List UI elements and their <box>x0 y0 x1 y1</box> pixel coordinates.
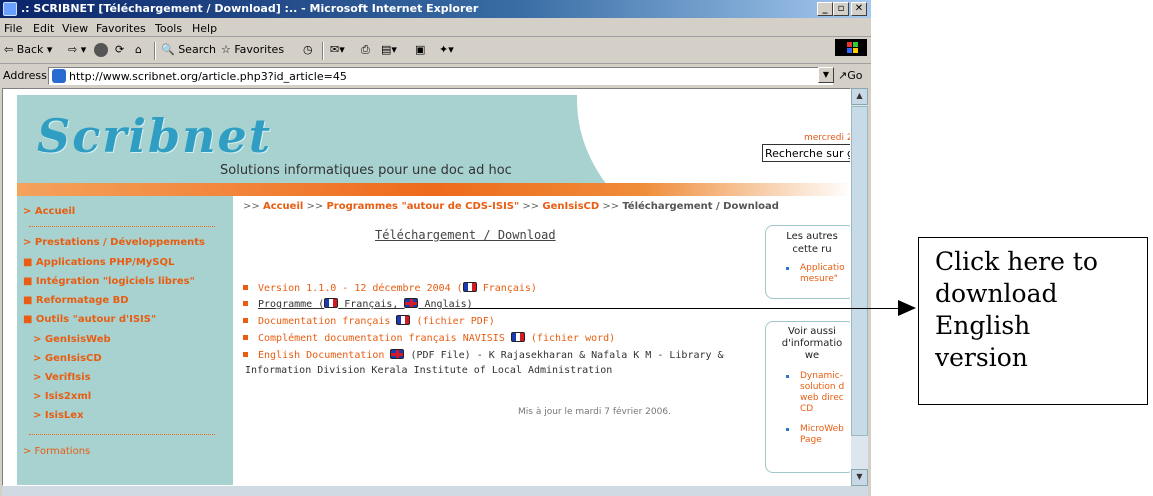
address-label: Address <box>3 69 47 82</box>
nav-genisisweb[interactable]: > GenIsisWeb <box>33 334 111 345</box>
nav-verifisis[interactable]: > VerifIsis <box>33 372 91 383</box>
edit-icon[interactable]: ▤▾ <box>381 43 397 56</box>
see-also-box: Voir aussi d'informatio we Dynamic- solu… <box>765 321 850 473</box>
nav-outils-isis[interactable]: ■ Outils "autour d'ISIS" <box>23 314 156 325</box>
ie-icon <box>3 2 17 16</box>
callout-line-2: download <box>935 279 1058 308</box>
scroll-thumb[interactable] <box>851 106 868 436</box>
see-also-link-dynamic[interactable]: Dynamic- <box>800 371 843 382</box>
english-doc-link[interactable]: English Documentation <box>258 350 384 361</box>
home-icon[interactable]: ⌂ <box>135 43 142 56</box>
download-row-version[interactable]: Version 1.1.0 - 12 décembre 2004 ( Franç… <box>243 282 537 294</box>
english-doc-credits: Information Division Kerala Institute of… <box>245 365 613 376</box>
horizontal-scrollbar[interactable] <box>2 486 868 496</box>
breadcrumb-current: Téléchargement / Download <box>622 201 779 212</box>
uk-flag-icon <box>390 349 405 359</box>
download-row-english-doc: English Documentation (PDF File) - K Raj… <box>243 349 724 361</box>
address-bar: Address ▼ ↗Go <box>0 65 871 87</box>
stop-icon[interactable] <box>94 43 108 57</box>
menu-help[interactable]: Help <box>192 22 217 35</box>
nav-reformatage[interactable]: ■ Reformatage BD <box>23 295 129 306</box>
article-title: Téléchargement / Download <box>375 228 556 242</box>
site-tagline: Solutions informatiques pour une doc ad … <box>220 163 512 178</box>
back-button[interactable]: ⇦ Back ▾ <box>4 43 52 56</box>
title-bar: .: SCRIBNET [Téléchargement / Download] … <box>0 0 871 18</box>
callout-arrow-line <box>470 308 898 309</box>
french-flag-icon <box>462 282 477 292</box>
page-icon <box>52 69 66 83</box>
nav-isislex[interactable]: > IsisLex <box>33 410 84 421</box>
menu-favorites[interactable]: Favorites <box>96 22 146 35</box>
vertical-scrollbar[interactable]: ▲ ▼ <box>851 88 868 486</box>
menu-view[interactable]: View <box>62 22 88 35</box>
nav-accueil[interactable]: > Accueil <box>23 206 75 217</box>
nav-isis2xml[interactable]: > Isis2xml <box>33 391 91 402</box>
go-button[interactable]: ↗Go <box>838 69 862 82</box>
nav-formations[interactable]: > Formations <box>23 446 90 457</box>
address-dropdown-button[interactable]: ▼ <box>818 67 834 83</box>
messenger-icon[interactable]: ✦▾ <box>439 43 454 56</box>
breadcrumb-programmes[interactable]: Programmes "autour de CDS-ISIS" <box>326 201 519 212</box>
download-row-navisis[interactable]: Complément documentation français NAVISI… <box>243 332 615 344</box>
callout-arrow-head <box>898 300 916 316</box>
breadcrumb-genisiscd[interactable]: GenIsisCD <box>542 201 599 212</box>
menu-edit[interactable]: Edit <box>33 22 54 35</box>
nav-integration[interactable]: ■ Intégration "logiciels libres" <box>23 276 195 287</box>
menu-file[interactable]: File <box>4 22 22 35</box>
forward-button[interactable]: ⇨ ▾ <box>68 43 86 56</box>
download-row-programme: Programme ( Français, Anglais) <box>243 298 473 310</box>
nav-genisiscd[interactable]: > GenIsisCD <box>33 353 102 364</box>
site-search-input[interactable] <box>762 144 850 162</box>
sidebar: > Accueil > Prestations / Développements… <box>17 196 233 485</box>
callout-line-4: version <box>935 343 1028 372</box>
search-button[interactable]: 🔍 Search <box>161 43 216 56</box>
history-icon[interactable]: ◷ <box>303 43 313 56</box>
callout-box: Click here to download English version <box>918 237 1148 405</box>
site-logo[interactable]: Scribnet <box>37 109 272 163</box>
download-row-documentation[interactable]: Documentation français (fichier PDF) <box>243 315 495 327</box>
address-field[interactable] <box>48 67 833 85</box>
programme-link[interactable]: Programme ( Français, Anglais) <box>258 298 473 310</box>
breadcrumb: >> Accueil >> Programmes "autour de CDS-… <box>243 201 779 212</box>
see-also-link-microweb[interactable]: MicroWeb <box>800 424 844 435</box>
other-article-link[interactable]: Applicatio <box>800 263 845 274</box>
window-title: .: SCRIBNET [Téléchargement / Download] … <box>21 2 479 15</box>
browser-window: .: SCRIBNET [Téléchargement / Download] … <box>0 0 871 496</box>
toolbar: ⇦ Back ▾ ⇨ ▾ ⟳ ⌂ 🔍 Search ☆ Favorites ◷ … <box>0 38 871 64</box>
last-updated: Mis à jour le mardi 7 février 2006. <box>518 407 671 417</box>
header-band <box>17 183 850 196</box>
scroll-up-button[interactable]: ▲ <box>851 88 868 105</box>
scroll-down-button[interactable]: ▼ <box>851 469 868 486</box>
english-download-link[interactable]: Anglais <box>425 299 467 310</box>
favorites-button[interactable]: ☆ Favorites <box>221 43 284 56</box>
callout-line-3: English <box>935 311 1031 340</box>
minimize-button[interactable]: _ <box>817 2 833 16</box>
uk-flag-icon <box>404 298 419 308</box>
close-button[interactable]: ✕ <box>851 2 867 16</box>
web-page: Scribnet Solutions informatiques pour un… <box>2 88 851 486</box>
french-flag-icon <box>324 298 339 308</box>
other-articles-box: Les autres cette ru Applicatio mesure" <box>765 225 850 299</box>
date-text: mercredi 26 j <box>804 133 850 143</box>
address-input[interactable] <box>69 69 809 83</box>
print-icon[interactable]: ⎙ <box>361 43 370 57</box>
nav-applications-php[interactable]: ■ Applications PHP/MySQL <box>23 257 174 268</box>
menu-tools[interactable]: Tools <box>155 22 182 35</box>
french-flag-icon <box>396 315 411 325</box>
nav-prestations[interactable]: > Prestations / Développements <box>23 237 205 248</box>
maximize-button[interactable]: ▫ <box>833 2 849 16</box>
callout-line-1: Click here to <box>935 247 1098 276</box>
french-flag-icon <box>510 332 525 342</box>
breadcrumb-accueil[interactable]: Accueil <box>263 201 303 212</box>
discuss-icon[interactable]: ▣ <box>415 43 425 56</box>
refresh-icon[interactable]: ⟳ <box>115 43 124 56</box>
mail-icon[interactable]: ✉▾ <box>330 43 345 56</box>
menu-bar: File Edit View Favorites Tools Help <box>0 19 871 56</box>
site-header: Scribnet Solutions informatiques pour un… <box>17 95 850 195</box>
